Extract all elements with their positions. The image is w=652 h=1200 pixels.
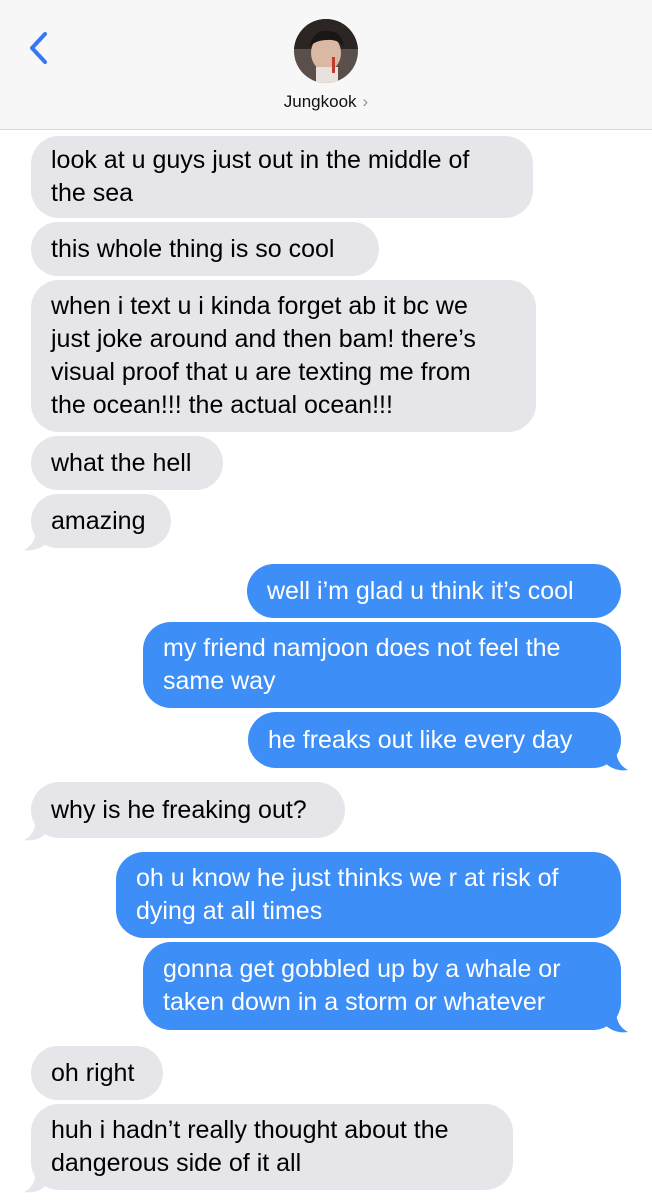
- bubble-tail: [24, 818, 48, 841]
- message-line: just joke around and then bam! there’s: [51, 325, 476, 353]
- bubble-tail: [24, 528, 48, 551]
- message-line: the sea: [51, 179, 134, 207]
- message-bubble-incoming[interactable]: amazing: [31, 494, 171, 548]
- message-bubble-outgoing[interactable]: well i’m glad u think it’s cool: [247, 564, 621, 618]
- avatar[interactable]: [294, 19, 358, 83]
- message-line: dangerous side of it all: [51, 1149, 302, 1177]
- chevron-left-icon: [30, 32, 47, 64]
- message-line: amazing: [51, 506, 146, 535]
- contact-name: Jungkook: [283, 92, 357, 111]
- message-bubble-incoming[interactable]: huh i hadn’t really thought about the da…: [31, 1104, 513, 1190]
- message-bubble-incoming[interactable]: oh right: [31, 1046, 163, 1100]
- message-bubble-outgoing[interactable]: gonna get gobbled up by a whale or taken…: [143, 942, 621, 1030]
- chevron-right-icon: ›: [362, 92, 369, 111]
- message-bubble-outgoing[interactable]: he freaks out like every day: [248, 712, 621, 768]
- message-line: same way: [163, 667, 276, 695]
- message-line: oh u know he just thinks we r at risk of: [136, 864, 559, 892]
- message-line: well i’m glad u think it’s cool: [267, 576, 574, 605]
- message-line: when i text u i kinda forget ab it bc we: [51, 292, 468, 320]
- message-line: huh i hadn’t really thought about the: [51, 1116, 449, 1144]
- bubble-tail: [24, 1170, 48, 1193]
- message-bubble-incoming[interactable]: this whole thing is so cool: [31, 222, 379, 276]
- message-line: dying at all times: [136, 897, 323, 925]
- message-bubble-incoming[interactable]: what the hell: [31, 436, 223, 490]
- message-line: the ocean!!! the actual ocean!!!: [51, 391, 393, 419]
- message-line: why is he freaking out?: [51, 795, 307, 824]
- message-line: my friend namjoon does not feel the: [163, 634, 561, 662]
- back-button[interactable]: [24, 28, 54, 68]
- contact-photo: [294, 19, 358, 83]
- bubble-tail: [604, 748, 628, 771]
- contact-name-button[interactable]: Jungkook ›: [0, 92, 652, 112]
- message-bubble-incoming[interactable]: look at u guys just out in the middle of…: [31, 136, 533, 218]
- message-line: what the hell: [51, 448, 192, 477]
- message-line: taken down in a storm or whatever: [163, 988, 546, 1016]
- message-line: visual proof that u are texting me from: [51, 358, 471, 386]
- message-bubble-outgoing[interactable]: my friend namjoon does not feel the same…: [143, 622, 621, 708]
- message-line: oh right: [51, 1058, 135, 1087]
- message-line: look at u guys just out in the middle of: [51, 146, 470, 174]
- message-bubble-incoming[interactable]: when i text u i kinda forget ab it bc we…: [31, 280, 536, 432]
- message-line: gonna get gobbled up by a whale or: [163, 955, 561, 983]
- bubble-tail: [604, 1010, 628, 1033]
- conversation-header: Jungkook ›: [0, 0, 652, 130]
- message-line: he freaks out like every day: [268, 725, 573, 754]
- message-bubble-outgoing[interactable]: oh u know he just thinks we r at risk of…: [116, 852, 621, 938]
- message-line: this whole thing is so cool: [51, 234, 335, 263]
- message-bubble-incoming[interactable]: why is he freaking out?: [31, 782, 345, 838]
